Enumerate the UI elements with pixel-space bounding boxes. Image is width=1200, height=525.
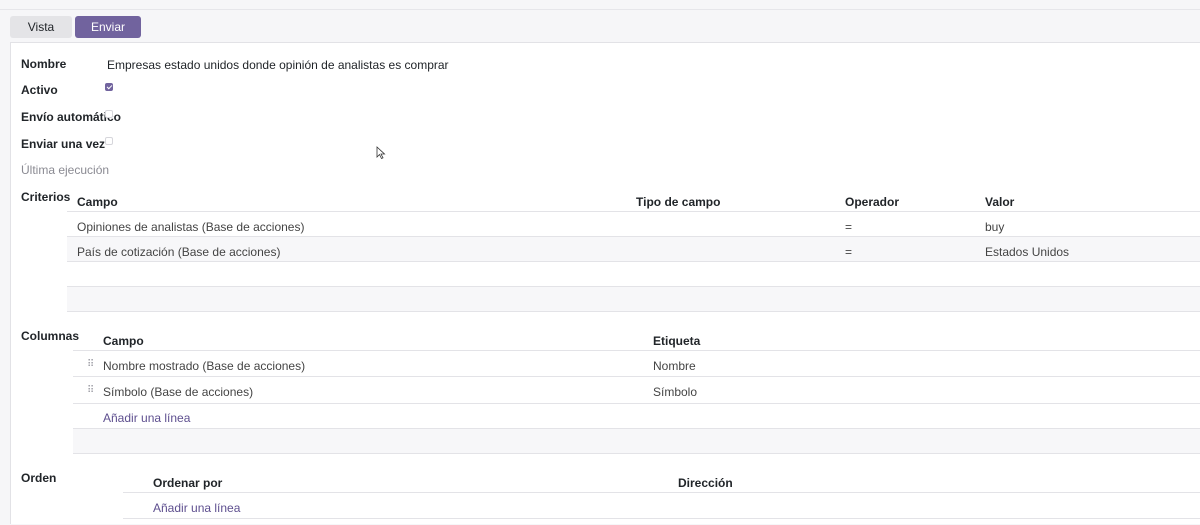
order-header-direction: Dirección	[678, 476, 733, 490]
criteria-row-operator: =	[845, 245, 853, 259]
criteria-header-operator: Operador	[845, 195, 900, 209]
order-header-sort-by: Ordenar por	[153, 476, 223, 490]
criteria-row-value: Estados Unidos	[985, 245, 1070, 259]
form-sheet: Nombre Empresas estado unidos donde opin…	[10, 42, 1200, 524]
order-label: Orden	[21, 471, 57, 485]
criteria-row-field: Opiniones de analistas (Base de acciones…	[77, 220, 305, 234]
drag-handle-icon[interactable]: ⠿	[87, 386, 94, 396]
order-add-line-link[interactable]: Añadir una línea	[153, 501, 240, 515]
columns-header-field: Campo	[103, 334, 144, 348]
active-label: Activo	[21, 83, 58, 97]
columns-add-line-link[interactable]: Añadir una línea	[103, 411, 190, 425]
last-run-label: Última ejecución	[21, 163, 110, 177]
columns-row-label: Nombre	[653, 359, 696, 373]
name-field[interactable]: Empresas estado unidos donde opinión de …	[107, 58, 449, 72]
auto-send-checkbox[interactable]	[105, 110, 113, 118]
columns-header-label: Etiqueta	[653, 334, 701, 348]
columns-table: Campo Etiqueta ⠿ Nombre mostrado (Base d…	[73, 326, 1200, 456]
name-label: Nombre	[21, 57, 67, 71]
columns-row-label: Símbolo	[653, 385, 698, 399]
criteria-row-field: País de cotización (Base de acciones)	[77, 245, 281, 259]
send-now-button[interactable]: Enviar ahora	[75, 16, 141, 56]
criteria-header-field: Campo	[77, 195, 118, 209]
top-strip	[0, 0, 1200, 10]
criteria-row-operator: =	[845, 220, 853, 234]
criteria-row-value: buy	[985, 220, 1005, 234]
mouse-pointer-icon	[376, 146, 386, 160]
criteria-table: Campo Tipo de campo Operador Valor Opini…	[67, 187, 1200, 312]
criteria-header-value: Valor	[985, 195, 1015, 209]
criteria-header-type: Tipo de campo	[636, 195, 721, 209]
columns-row-field: Símbolo (Base de acciones)	[103, 385, 254, 399]
columns-label: Columnas	[21, 329, 80, 343]
drag-handle-icon[interactable]: ⠿	[87, 360, 94, 370]
send-once-label: Enviar una vez	[21, 137, 106, 151]
order-table: Ordenar por Dirección Añadir una línea	[123, 468, 1200, 525]
preview-button[interactable]: Vista previa	[10, 16, 72, 56]
columns-row-field: Nombre mostrado (Base de acciones)	[103, 359, 306, 373]
send-once-checkbox[interactable]	[105, 137, 113, 145]
criteria-label: Criterios	[21, 190, 71, 204]
active-checkbox[interactable]	[105, 83, 113, 91]
toolbar: Vista previa Enviar ahora	[0, 10, 1200, 56]
